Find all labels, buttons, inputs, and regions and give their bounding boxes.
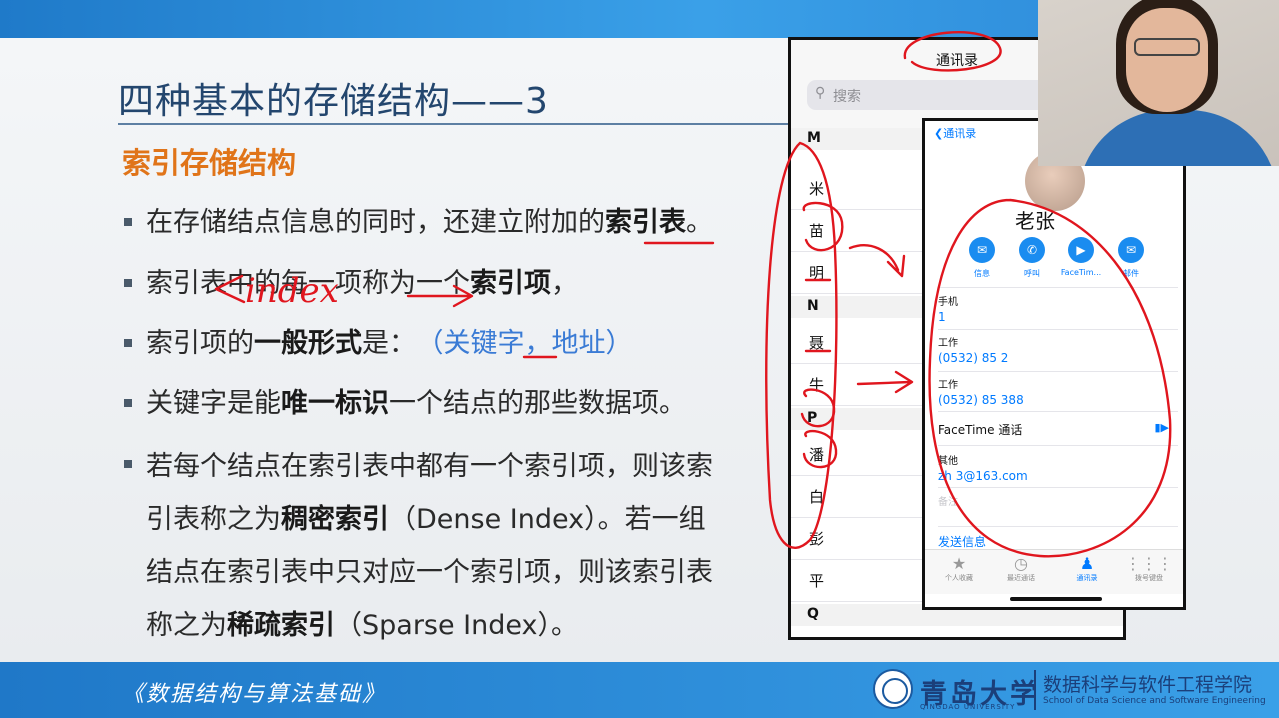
detail-circle-stroke <box>928 198 1172 558</box>
arrow-left-stroke <box>214 274 246 304</box>
course-name: 《数据结构与算法基础》 <box>122 682 387 707</box>
school-name-en: School of Data Science and Software Engi… <box>1043 696 1266 706</box>
university-name-en: QINGDAO UNIVERSITY <box>920 703 1016 711</box>
university-seal-icon <box>873 669 913 709</box>
footer-bar: 《数据结构与算法基础》 青岛大学 QINGDAO UNIVERSITY 数据科学… <box>0 662 1279 718</box>
arrow-right-stroke <box>848 244 906 278</box>
handwritten-annotations: index <box>214 31 1172 558</box>
arrow-right-stroke <box>856 370 914 394</box>
title-circle-stroke <box>903 31 1002 72</box>
school-name: 数据科学与软件工程学院 <box>1043 674 1253 696</box>
name-circle-stroke <box>800 388 836 428</box>
index-annotation-text: index <box>245 271 339 311</box>
name-circle-stroke <box>802 201 844 252</box>
footer-divider <box>1034 670 1036 710</box>
arrow-right-stroke <box>406 284 474 308</box>
